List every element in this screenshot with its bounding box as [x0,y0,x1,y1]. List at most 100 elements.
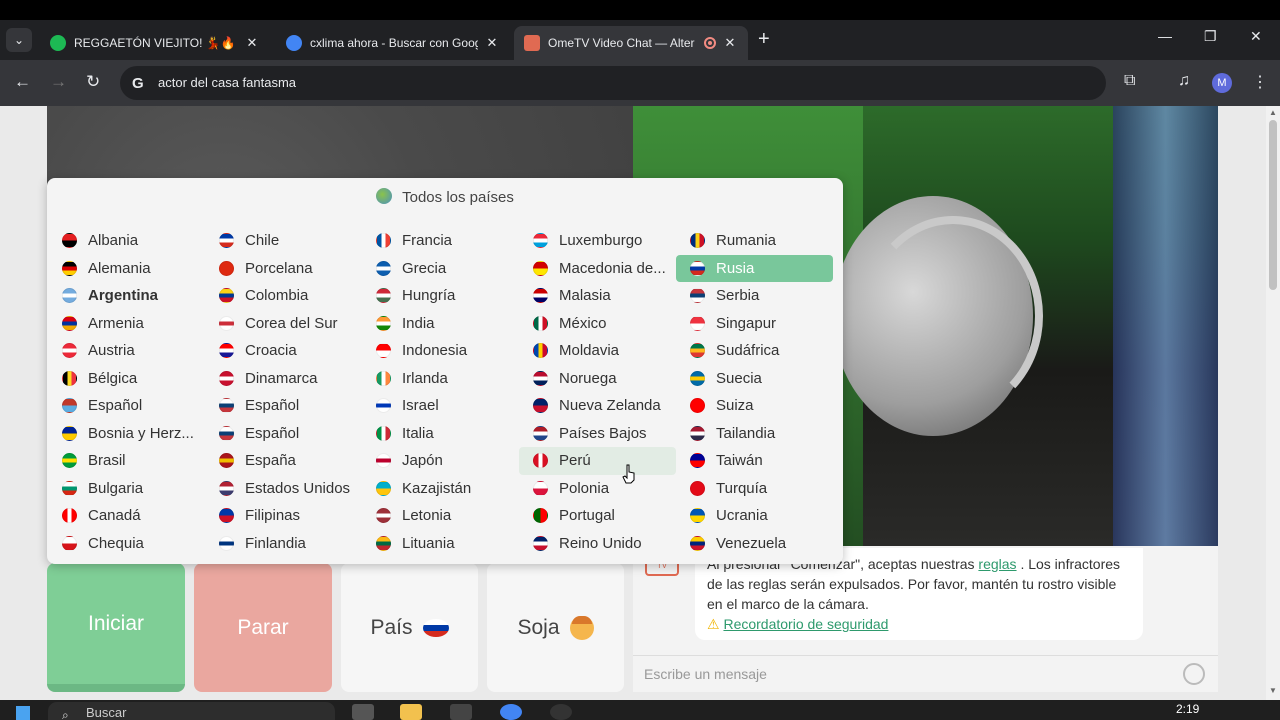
country-option[interactable]: Israel [362,392,519,420]
start-button[interactable]: Iniciar [47,563,185,692]
country-option[interactable]: Español [48,392,205,420]
country-option[interactable]: Canadá [48,502,205,530]
country-option[interactable]: Argentina [48,282,205,310]
country-option[interactable]: Tailandia [676,420,833,448]
close-icon[interactable]: ✕ [722,35,738,51]
country-option[interactable]: Serbia [676,282,833,310]
country-option[interactable]: Indonesia [362,337,519,365]
scroll-thumb[interactable] [1269,120,1277,290]
country-option[interactable]: Corea del Sur [205,310,362,338]
country-option[interactable]: Dinamarca [205,365,362,393]
country-option[interactable]: Finlandia [205,530,362,558]
country-option[interactable]: Perú [519,447,676,475]
extensions-icon[interactable]: ⧉ [1124,72,1135,90]
country-option[interactable]: Polonia [519,475,676,503]
country-option[interactable]: Luxemburgo [519,227,676,255]
media-control-icon[interactable]: ♫ [1178,72,1190,90]
menu-icon[interactable]: ⋮ [1252,72,1268,92]
country-option[interactable]: Macedonia de... [519,255,676,283]
country-option[interactable]: Croacia [205,337,362,365]
tab-3[interactable]: OmeTV Video Chat — Alter ✕ [514,26,748,60]
country-option[interactable]: Colombia [205,282,362,310]
country-option[interactable]: Portugal [519,502,676,530]
gender-button[interactable]: Soja [487,563,624,692]
country-option[interactable]: Venezuela [676,530,833,558]
country-option[interactable]: Alemania [48,255,205,283]
back-icon[interactable]: ← [14,72,31,92]
country-option[interactable]: Países Bajos [519,420,676,448]
country-option[interactable]: Bosnia y Herz... [48,420,205,448]
country-option[interactable]: Letonia [362,502,519,530]
country-option[interactable]: Bélgica [48,365,205,393]
country-option[interactable]: Armenia [48,310,205,338]
close-icon[interactable]: ✕ [484,35,500,51]
country-option[interactable]: Porcelana [205,255,362,283]
country-option[interactable]: Lituania [362,530,519,558]
country-option[interactable]: Japón [362,447,519,475]
stop-button[interactable]: Parar [194,563,332,692]
country-option[interactable]: Francia [362,227,519,255]
app-icon[interactable] [550,704,572,720]
country-option[interactable]: Ucrania [676,502,833,530]
restore-button[interactable]: ❐ [1204,28,1217,45]
page-scrollbar[interactable]: ▲ ▼ [1266,106,1280,700]
close-icon[interactable]: ✕ [244,35,260,51]
safety-reminder-link[interactable]: Recordatorio de seguridad [723,616,888,632]
new-tab-button[interactable]: + [758,28,770,51]
country-option[interactable]: Bulgaria [48,475,205,503]
country-option[interactable]: Español [205,392,362,420]
country-option[interactable]: Hungría [362,282,519,310]
all-countries-option[interactable]: Todos los países [47,188,843,206]
country-option[interactable]: Estados Unidos [205,475,362,503]
country-option[interactable]: Grecia [362,255,519,283]
country-option[interactable]: Albania [48,227,205,255]
rules-link[interactable]: reglas [978,556,1016,572]
country-option[interactable]: Rusia [676,254,833,282]
country-option[interactable]: Malasia [519,282,676,310]
country-option[interactable]: Noruega [519,365,676,393]
country-option[interactable]: Taiwán [676,447,833,475]
windows-start-icon[interactable] [16,706,30,720]
country-option[interactable]: Sudáfrica [676,337,833,365]
country-option[interactable]: Rumania [676,227,833,255]
country-option[interactable]: Turquía [676,475,833,503]
country-option[interactable]: España [205,447,362,475]
task-view-icon[interactable] [352,704,374,720]
country-option[interactable]: México [519,310,676,338]
close-window-button[interactable]: ✕ [1250,28,1262,45]
country-option[interactable]: India [362,310,519,338]
country-option[interactable]: Kazajistán [362,475,519,503]
minimize-button[interactable]: — [1158,28,1172,44]
country-option[interactable]: Singapur [676,310,833,338]
forward-icon[interactable]: → [50,72,67,92]
reload-icon[interactable]: ↻ [86,72,100,92]
country-option[interactable]: Filipinas [205,502,362,530]
country-option[interactable]: Chequia [48,530,205,558]
country-option[interactable]: Moldavia [519,337,676,365]
tab-search-button[interactable]: ⌄ [6,28,32,52]
chrome-icon[interactable] [500,704,522,720]
message-input[interactable]: Escribe un mensaje [633,655,1218,692]
country-option[interactable]: Reino Unido [519,530,676,558]
country-option[interactable]: Chile [205,227,362,255]
taskbar-search[interactable]: ⌕ Buscar [48,702,335,720]
country-option[interactable]: Suecia [676,365,833,393]
store-icon[interactable] [450,704,472,720]
profile-avatar[interactable]: M [1212,73,1232,93]
scroll-up-icon[interactable]: ▲ [1269,108,1277,117]
country-option[interactable]: Austria [48,337,205,365]
address-text[interactable]: actor del casa fantasma [158,75,296,90]
tab-1[interactable]: REGGAETÓN VIEJITO! 💃🔥 - pl ✕ [40,26,270,60]
tab-2[interactable]: cxlima ahora - Buscar con Goog ✕ [276,26,510,60]
file-explorer-icon[interactable] [400,704,422,720]
scroll-down-icon[interactable]: ▼ [1269,686,1277,695]
country-option[interactable]: Brasil [48,447,205,475]
emoji-icon[interactable] [1183,663,1205,685]
country-button[interactable]: País [341,563,478,692]
country-option[interactable]: Italia [362,420,519,448]
country-option[interactable]: Español [205,420,362,448]
address-bar[interactable]: G actor del casa fantasma [120,66,1106,100]
country-option[interactable]: Irlanda [362,365,519,393]
country-option[interactable]: Nueva Zelanda [519,392,676,420]
country-option[interactable]: Suiza [676,392,833,420]
